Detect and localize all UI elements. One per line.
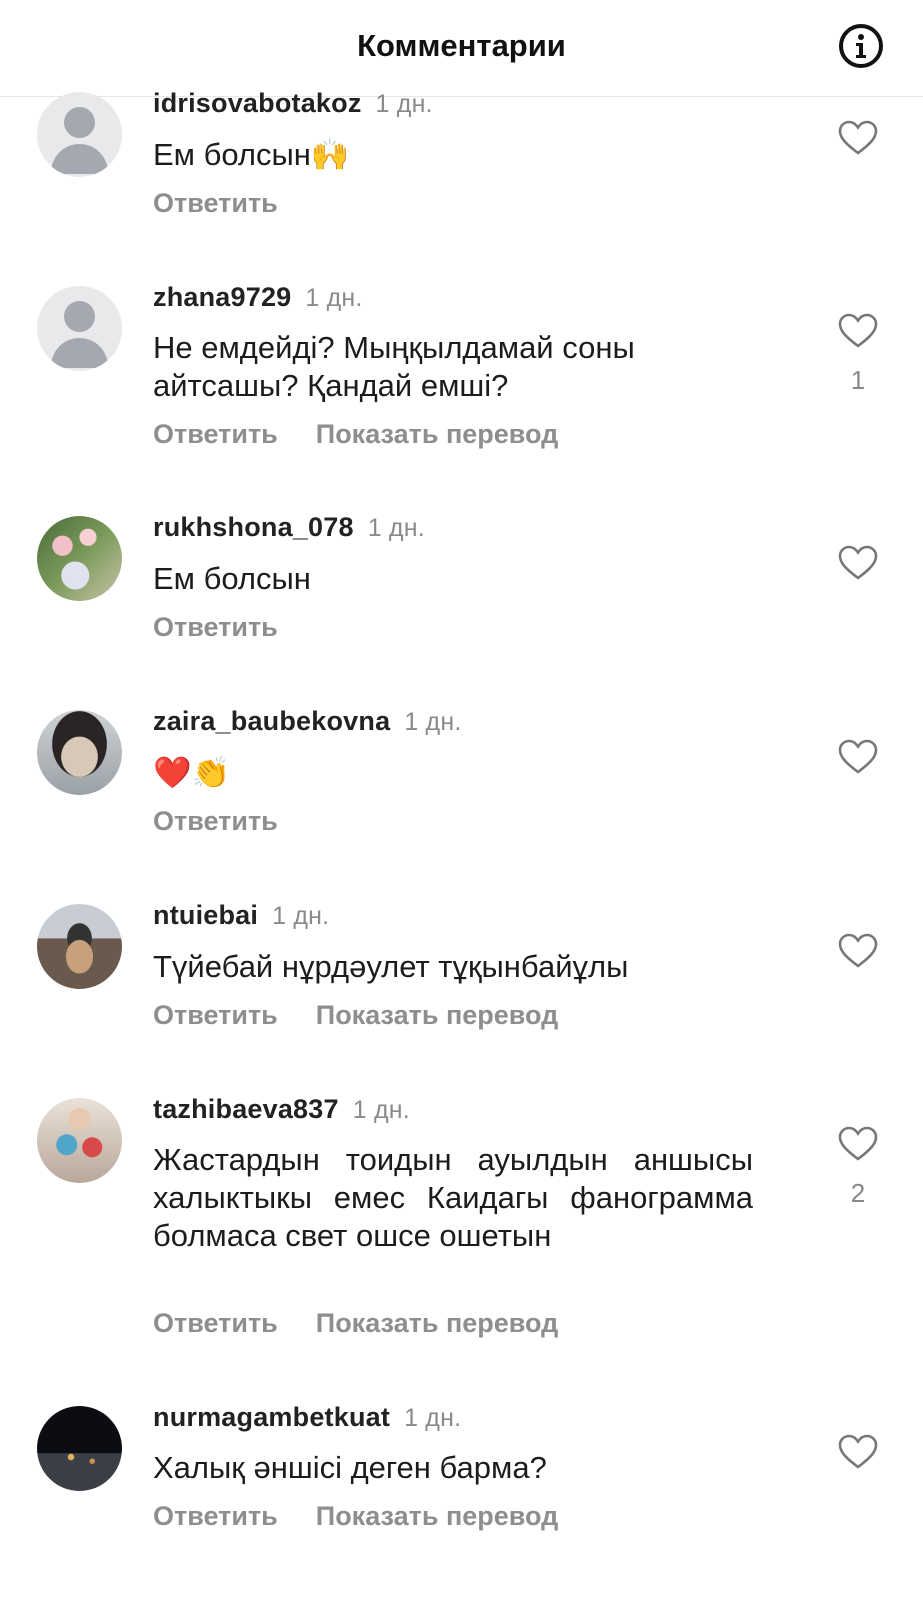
avatar[interactable] bbox=[37, 1406, 122, 1491]
comment-text: ❤️👏 bbox=[153, 755, 231, 790]
heart-icon[interactable] bbox=[838, 1126, 878, 1162]
comment-actions: Ответить bbox=[153, 612, 278, 643]
comments-header: Комментарии bbox=[0, 0, 923, 97]
comment-text: Түйебай нұрдәулет тұқынбайұлы bbox=[153, 949, 629, 984]
username-text[interactable]: tazhibaeva837 bbox=[153, 1094, 339, 1124]
like-count: 2 bbox=[850, 1178, 866, 1208]
comment-text: Жастардын тоидын ауылдын аншысы халыктык… bbox=[153, 1142, 753, 1253]
reply-button[interactable]: Ответить bbox=[153, 419, 278, 449]
heart-icon[interactable] bbox=[838, 1434, 878, 1470]
avatar[interactable] bbox=[37, 710, 122, 795]
page-title: Комментарии bbox=[357, 28, 566, 63]
heart-icon[interactable] bbox=[838, 313, 878, 349]
info-icon[interactable] bbox=[839, 24, 883, 68]
comment-actions: Ответить Показать перевод bbox=[153, 1308, 558, 1339]
default-avatar-icon bbox=[64, 107, 95, 138]
comment-username[interactable]: tazhibaeva837 1 дн. bbox=[153, 1094, 410, 1125]
username-text[interactable]: zhana9729 bbox=[153, 282, 291, 312]
comment-username[interactable]: rukhshona_078 1 дн. bbox=[153, 512, 425, 543]
username-text[interactable]: rukhshona_078 bbox=[153, 512, 354, 542]
show-translation-button[interactable]: Показать перевод bbox=[316, 1000, 559, 1030]
comment-actions: Ответить Показать перевод bbox=[153, 419, 558, 450]
comment-text: Халық әншісі деген барма? bbox=[153, 1450, 547, 1485]
heart-icon[interactable] bbox=[838, 739, 878, 775]
reply-button[interactable]: Ответить bbox=[153, 1308, 278, 1338]
comment-actions: Ответить Показать перевод bbox=[153, 1000, 558, 1031]
comment-time: 1 дн. bbox=[367, 514, 425, 542]
comment-time: 1 дн. bbox=[352, 1096, 410, 1124]
avatar[interactable] bbox=[37, 286, 122, 371]
show-translation-button[interactable]: Показать перевод bbox=[316, 1501, 559, 1531]
default-avatar-icon bbox=[64, 301, 95, 332]
comment-text: Ем болсын bbox=[153, 561, 311, 596]
avatar[interactable] bbox=[37, 92, 122, 177]
heart-icon[interactable] bbox=[838, 545, 878, 581]
comment-username[interactable]: zhana9729 1 дн. bbox=[153, 282, 363, 313]
username-text[interactable]: nurmagambetkuat bbox=[153, 1402, 390, 1432]
avatar[interactable] bbox=[37, 516, 122, 601]
comment-time: 1 дн. bbox=[272, 902, 330, 930]
comment-username[interactable]: nurmagambetkuat 1 дн. bbox=[153, 1402, 461, 1433]
comment-text: Не емдейді? Мыңқылдамай соны айтсашы? Қа… bbox=[153, 330, 635, 403]
comment-username[interactable]: ntuiebai 1 дн. bbox=[153, 900, 329, 931]
like-count: 1 bbox=[850, 365, 866, 395]
comment-time: 1 дн. bbox=[305, 284, 363, 312]
comment-actions: Ответить bbox=[153, 806, 278, 837]
comment-text: Ем болсын🙌 bbox=[153, 137, 350, 172]
heart-icon[interactable] bbox=[838, 120, 878, 156]
avatar[interactable] bbox=[37, 1098, 122, 1183]
avatar[interactable] bbox=[37, 904, 122, 989]
heart-icon[interactable] bbox=[838, 933, 878, 969]
comment-actions: Ответить bbox=[153, 188, 278, 219]
comment-username[interactable]: zaira_baubekovna 1 дн. bbox=[153, 706, 462, 737]
reply-button[interactable]: Ответить bbox=[153, 806, 278, 836]
reply-button[interactable]: Ответить bbox=[153, 1000, 278, 1030]
comment-time: 1 дн. bbox=[404, 708, 462, 736]
show-translation-button[interactable]: Показать перевод bbox=[316, 419, 559, 449]
username-text[interactable]: zaira_baubekovna bbox=[153, 706, 390, 736]
comment-actions: Ответить Показать перевод bbox=[153, 1501, 558, 1532]
username-text[interactable]: idrisovabotakoz bbox=[153, 88, 362, 118]
reply-button[interactable]: Ответить bbox=[153, 612, 278, 642]
show-translation-button[interactable]: Показать перевод bbox=[316, 1308, 559, 1338]
comment-username[interactable]: idrisovabotakoz 1 дн. bbox=[153, 88, 433, 119]
comment-time: 1 дн. bbox=[375, 90, 433, 118]
reply-button[interactable]: Ответить bbox=[153, 188, 278, 218]
username-text[interactable]: ntuiebai bbox=[153, 900, 258, 930]
comment-time: 1 дн. bbox=[404, 1404, 462, 1432]
reply-button[interactable]: Ответить bbox=[153, 1501, 278, 1531]
